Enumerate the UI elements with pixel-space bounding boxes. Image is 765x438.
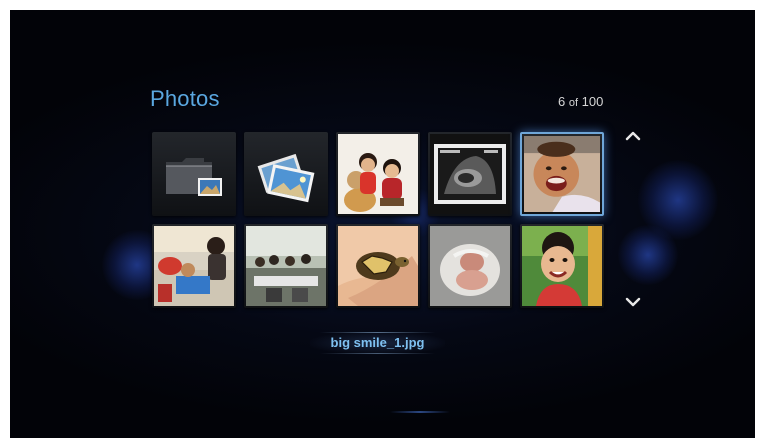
grid-item-photo-7[interactable] — [428, 224, 512, 308]
selected-filename: big smile_1.jpg — [310, 332, 445, 354]
grid-item-photo-4[interactable] — [152, 224, 236, 308]
grid-item-folder[interactable] — [152, 132, 236, 216]
page-title: Photos — [150, 86, 220, 111]
photo-thumbnail — [338, 134, 418, 214]
photo-thumbnail — [430, 134, 510, 214]
grid-item-photo-1[interactable] — [336, 132, 420, 216]
grid-item-photo-5[interactable] — [244, 224, 328, 308]
chevron-up-icon[interactable] — [623, 128, 643, 144]
photo-thumbnail — [524, 136, 600, 212]
photo-thumbnail — [338, 226, 418, 306]
photo-browser-screen: Photos 6 of 100 big smile_1.jpg — [10, 10, 755, 438]
grid-item-photo-8[interactable] — [520, 224, 604, 308]
counter-total: 100 — [581, 94, 604, 109]
grid-item-photo-3[interactable] — [520, 132, 604, 216]
photo-thumbnail — [430, 226, 510, 306]
photo-stack-icon — [257, 153, 315, 203]
photo-grid — [150, 130, 610, 310]
folder-icon — [166, 158, 222, 196]
grid-item-photo-6[interactable] — [336, 224, 420, 308]
grid-item-slideshow[interactable] — [244, 132, 328, 216]
ambient-glow-right-lower — [618, 225, 678, 285]
counter-current: 6 — [558, 94, 566, 109]
grid-item-photo-2[interactable] — [428, 132, 512, 216]
photo-thumbnail — [154, 226, 234, 306]
bottom-indicator — [390, 411, 450, 413]
counter-of: of — [568, 97, 579, 109]
item-counter: 6 of 100 — [558, 94, 603, 109]
photo-thumbnail — [246, 226, 326, 306]
chevron-down-icon[interactable] — [623, 294, 643, 310]
photo-thumbnail — [522, 226, 602, 306]
